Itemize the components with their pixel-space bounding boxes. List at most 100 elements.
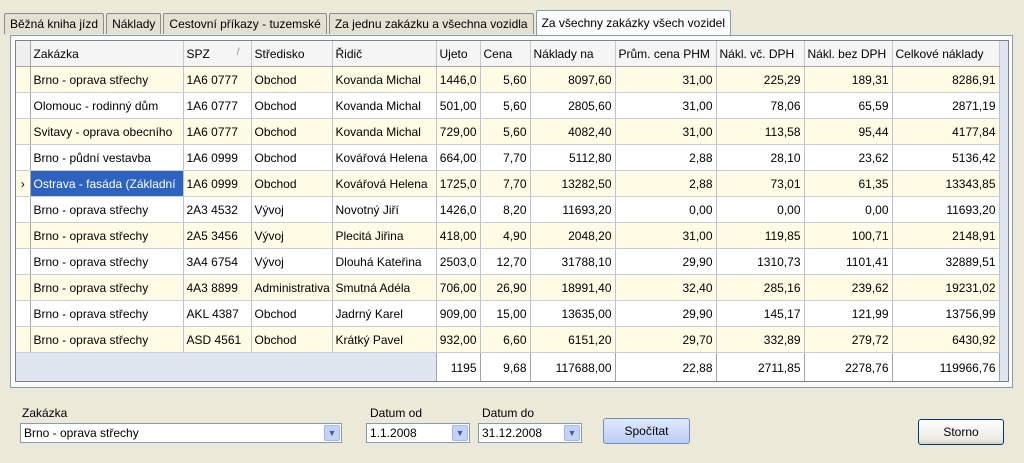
storno-button[interactable]: Storno	[918, 419, 1004, 445]
chevron-down-icon[interactable]: ▼	[324, 425, 340, 441]
cell-spz[interactable]: 1A6 0999	[183, 170, 252, 197]
cell-naklady-na[interactable]: 13635,00	[530, 300, 616, 327]
cell-stredisko[interactable]: Obchod	[251, 144, 333, 171]
cell-ridic[interactable]: Kovanda Michal	[332, 118, 437, 145]
cell-nakl-bez-dph[interactable]: 100,71	[804, 222, 893, 249]
cell-prum-cena-phm[interactable]: 31,00	[615, 222, 717, 249]
cell-cena[interactable]: 7,70	[480, 170, 531, 197]
cell-stredisko[interactable]: Vývoj	[251, 196, 333, 223]
cell-ujeto[interactable]: 706,00	[436, 274, 481, 301]
cell-ujeto[interactable]: 664,00	[436, 144, 481, 171]
cell-stredisko[interactable]: Vývoj	[251, 248, 333, 275]
cell-zakazka[interactable]: Brno - oprava střechy	[30, 66, 184, 93]
cell-ujeto[interactable]: 2503,0	[436, 248, 481, 275]
col-header-celkove-naklady[interactable]: Celkové náklady	[892, 41, 1000, 67]
cell-cena[interactable]: 4,90	[480, 222, 531, 249]
cell-ridic[interactable]: Kovářová Helena	[332, 144, 437, 171]
cell-naklady-na[interactable]: 2805,60	[530, 92, 616, 119]
cell-nakl-vc-dph[interactable]: 73,01	[716, 170, 805, 197]
table-row[interactable]: Svitavy - oprava obecního 1A6 0777 Obchod K…	[16, 118, 1000, 145]
cell-celkove-naklady[interactable]: 4177,84	[892, 118, 1000, 145]
cell-spz[interactable]: ASD 4561	[183, 326, 252, 353]
cell-spz[interactable]: 1A6 0777	[183, 66, 252, 93]
row-header[interactable]	[16, 300, 31, 327]
cell-stredisko[interactable]: Obchod	[251, 66, 333, 93]
table-row[interactable]: Brno - oprava střechy 4A3 8899 Administrat…	[16, 274, 1000, 301]
spocitat-button[interactable]: Spočítat	[603, 418, 690, 444]
col-header-ujeto[interactable]: Ujeto	[436, 41, 481, 67]
cell-nakl-bez-dph[interactable]: 0,00	[804, 196, 893, 223]
table-row[interactable]: Olomouc - rodinný dům 1A6 0777 Obchod Kovan…	[16, 92, 1000, 119]
cell-prum-cena-phm[interactable]: 31,00	[615, 66, 717, 93]
cell-spz[interactable]: 4A3 8899	[183, 274, 252, 301]
chevron-down-icon[interactable]: ▼	[564, 425, 580, 441]
cell-prum-cena-phm[interactable]: 31,00	[615, 118, 717, 145]
cell-nakl-vc-dph[interactable]: 28,10	[716, 144, 805, 171]
cell-nakl-bez-dph[interactable]: 239,62	[804, 274, 893, 301]
cell-nakl-bez-dph[interactable]: 95,44	[804, 118, 893, 145]
cell-naklady-na[interactable]: 5112,80	[530, 144, 616, 171]
cell-celkove-naklady[interactable]: 13343,85	[892, 170, 1000, 197]
table-row[interactable]: Brno - půdní vestavba 1A6 0999 Obchod Kovář…	[16, 144, 1000, 171]
cell-cena[interactable]: 5,60	[480, 92, 531, 119]
row-header[interactable]	[16, 222, 31, 249]
row-header[interactable]	[16, 326, 31, 353]
cell-prum-cena-phm[interactable]: 32,40	[615, 274, 717, 301]
cell-stredisko[interactable]: Administrativa	[251, 274, 333, 301]
cell-naklady-na[interactable]: 31788,10	[530, 248, 616, 275]
row-header[interactable]: ›	[16, 170, 31, 197]
cell-ujeto[interactable]: 932,00	[436, 326, 481, 353]
cell-cena[interactable]: 7,70	[480, 144, 531, 171]
cell-nakl-bez-dph[interactable]: 1101,41	[804, 248, 893, 275]
cell-cena[interactable]: 8,20	[480, 196, 531, 223]
col-header-nakl-bez-dph[interactable]: Nákl. bez DPH	[804, 41, 893, 67]
cell-cena[interactable]: 5,60	[480, 66, 531, 93]
cell-naklady-na[interactable]: 18991,40	[530, 274, 616, 301]
cell-stredisko[interactable]: Obchod	[251, 326, 333, 353]
col-header-zakazka[interactable]: Zakázka	[30, 41, 184, 67]
cell-cena[interactable]: 6,60	[480, 326, 531, 353]
cell-spz[interactable]: 2A3 4532	[183, 196, 252, 223]
cell-ridic[interactable]: Dlouhá Kateřina	[332, 248, 437, 275]
cell-zakazka[interactable]: Brno - oprava střechy	[30, 300, 184, 327]
cell-celkove-naklady[interactable]: 32889,51	[892, 248, 1000, 275]
cell-naklady-na[interactable]: 11693,20	[530, 196, 616, 223]
cell-nakl-vc-dph[interactable]: 145,17	[716, 300, 805, 327]
cell-stredisko[interactable]: Obchod	[251, 170, 333, 197]
cell-ridic[interactable]: Krátký Pavel	[332, 326, 437, 353]
cell-zakazka[interactable]: Olomouc - rodinný dům	[30, 92, 184, 119]
table-row[interactable]: › Ostrava - fasáda (Základní 1A6 0999 Obcho…	[16, 170, 1000, 197]
cell-celkove-naklady[interactable]: 8286,91	[892, 66, 1000, 93]
cell-naklady-na[interactable]: 8097,60	[530, 66, 616, 93]
cell-naklady-na[interactable]: 13282,50	[530, 170, 616, 197]
cell-zakazka[interactable]: Brno - půdní vestavba	[30, 144, 184, 171]
row-header[interactable]	[16, 118, 31, 145]
cell-zakazka[interactable]: Brno - oprava střechy	[30, 274, 184, 301]
col-header-ridic[interactable]: Řidič	[332, 41, 437, 67]
cell-celkove-naklady[interactable]: 6430,92	[892, 326, 1000, 353]
cell-nakl-bez-dph[interactable]: 61,35	[804, 170, 893, 197]
cell-zakazka[interactable]: Svitavy - oprava obecního	[30, 118, 184, 145]
cell-nakl-vc-dph[interactable]: 225,29	[716, 66, 805, 93]
table-row[interactable]: Brno - oprava střechy 2A5 3456 Vývoj Plecit…	[16, 222, 1000, 249]
cell-ridic[interactable]: Novotný Jiří	[332, 196, 437, 223]
cell-ridic[interactable]: Smutná Adéla	[332, 274, 437, 301]
cell-prum-cena-phm[interactable]: 29,90	[615, 248, 717, 275]
cell-ridic[interactable]: Kovanda Michal	[332, 92, 437, 119]
cell-celkove-naklady[interactable]: 19231,02	[892, 274, 1000, 301]
cell-nakl-vc-dph[interactable]: 113,58	[716, 118, 805, 145]
datum-do-picker[interactable]: 31.12.2008 ▼	[478, 423, 582, 443]
cell-spz[interactable]: 1A6 0777	[183, 92, 252, 119]
row-header[interactable]	[16, 274, 31, 301]
cell-nakl-vc-dph[interactable]: 1310,73	[716, 248, 805, 275]
cell-zakazka[interactable]: Brno - oprava střechy	[30, 248, 184, 275]
cell-nakl-vc-dph[interactable]: 119,85	[716, 222, 805, 249]
cell-ujeto[interactable]: 729,00	[436, 118, 481, 145]
cell-nakl-vc-dph[interactable]: 332,89	[716, 326, 805, 353]
cell-spz[interactable]: AKL 4387	[183, 300, 252, 327]
cell-spz[interactable]: 1A6 0777	[183, 118, 252, 145]
cell-ridic[interactable]: Plecitá Jiřina	[332, 222, 437, 249]
tab-za-vsechny-zakazky[interactable]: Za všechny zakázky všech vozidel	[535, 10, 732, 35]
cell-ujeto[interactable]: 418,00	[436, 222, 481, 249]
cell-nakl-bez-dph[interactable]: 279,72	[804, 326, 893, 353]
